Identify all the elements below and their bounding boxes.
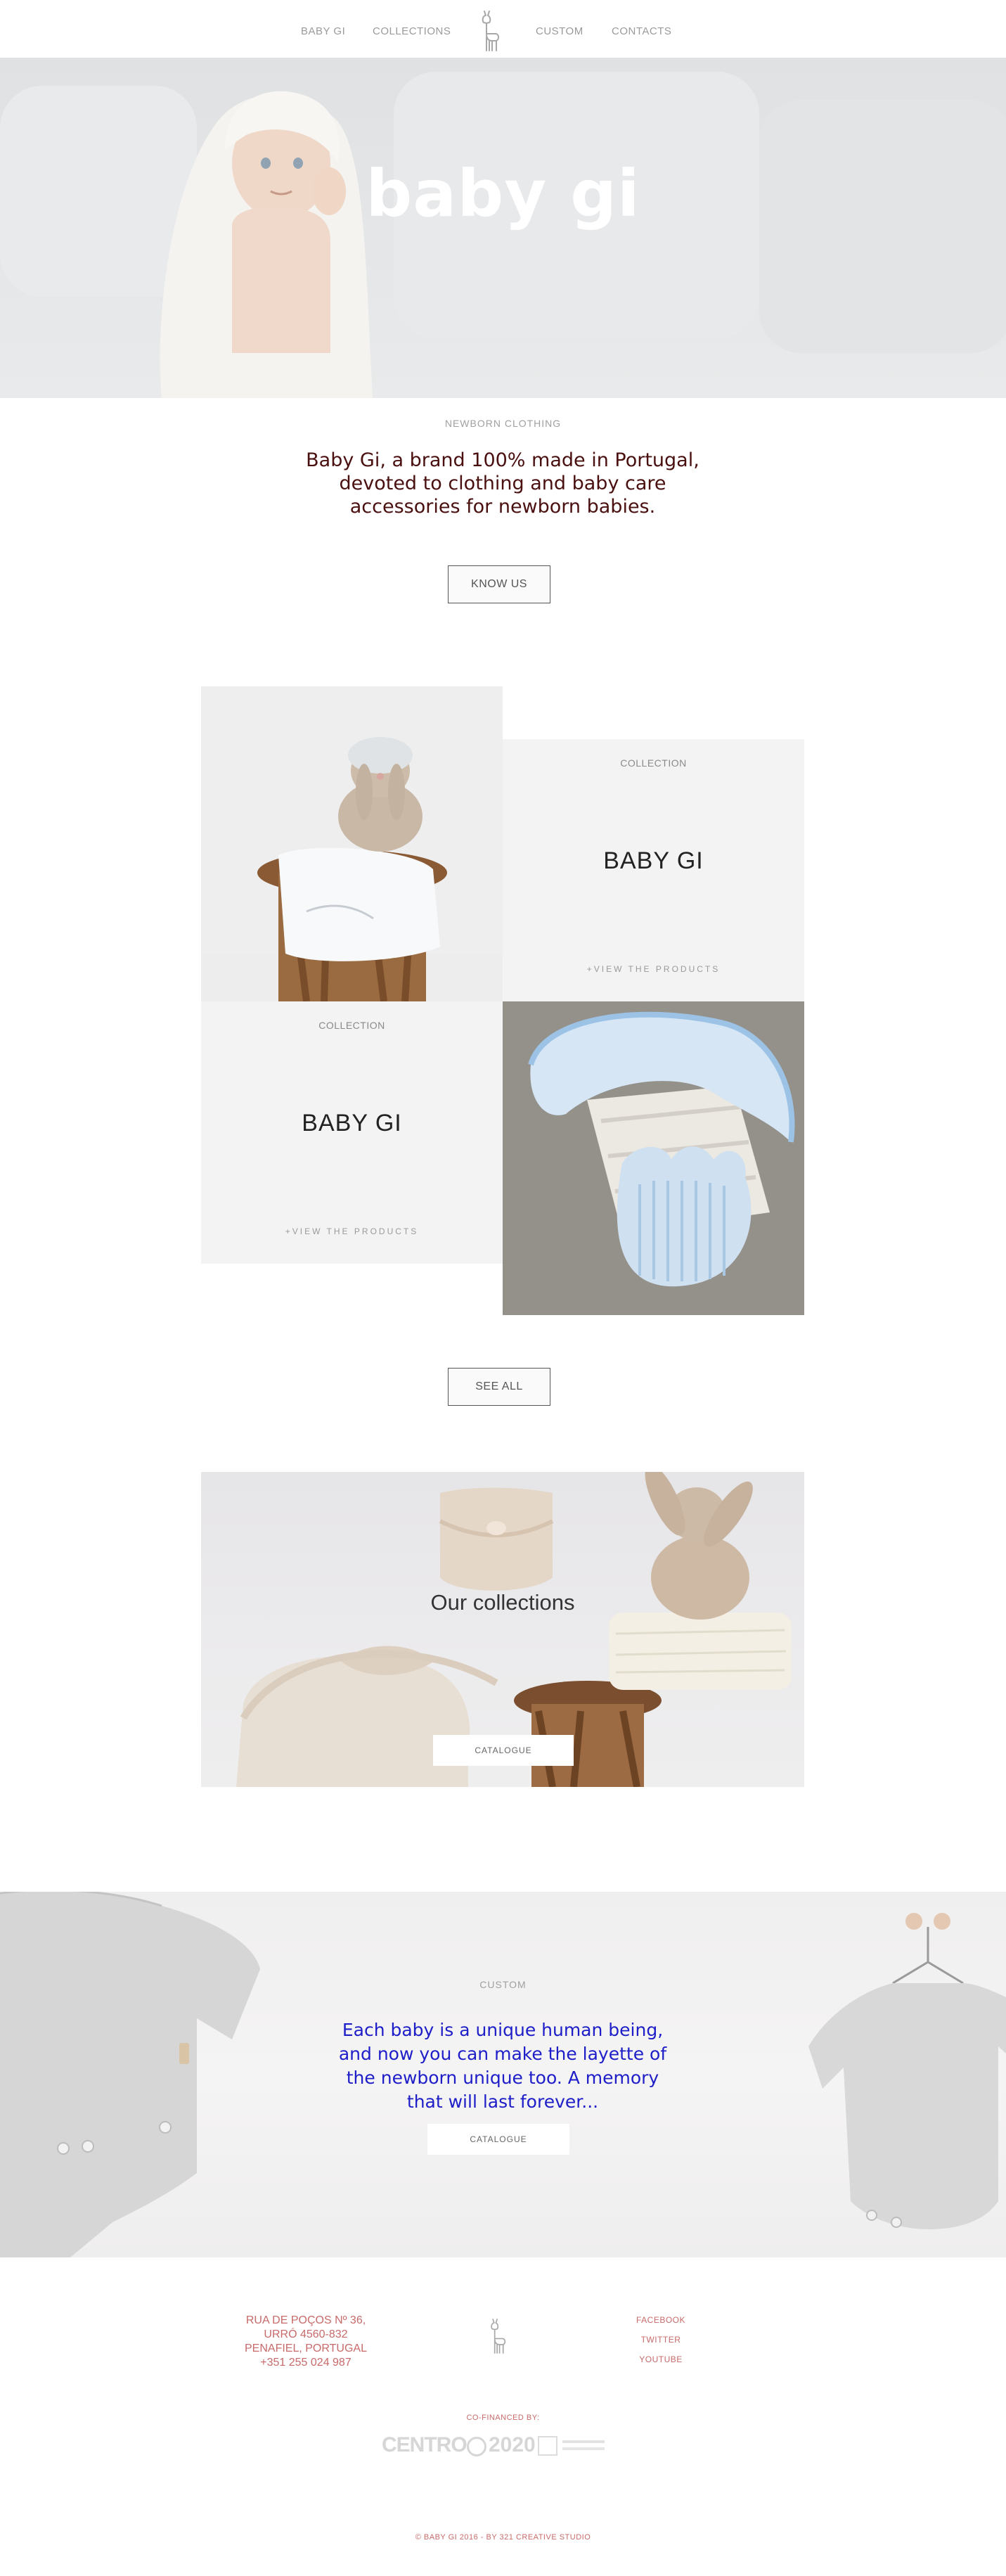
- custom-eyebrow: CUSTOM: [479, 1979, 527, 1990]
- blanket-crate-photo: [503, 1001, 804, 1315]
- address-line: RUA DE POÇOS Nº 36,: [245, 2314, 366, 2326]
- custom-text: Each baby is a unique human being, and n…: [338, 2020, 667, 2112]
- our-collections-heading: Our collections: [430, 1590, 575, 1615]
- copyright[interactable]: © BABY GI 2016 - BY 321 CREATIVE STUDIO: [0, 2533, 1006, 2542]
- youtube-link[interactable]: YOUTUBE: [619, 2354, 703, 2364]
- view-products-link[interactable]: +VIEW THE PRODUCTS: [503, 964, 804, 974]
- hero-banner: baby gi: [0, 58, 1006, 398]
- see-all-button[interactable]: SEE ALL: [448, 1368, 550, 1406]
- footer-address: RUA DE POÇOS Nº 36, URRÓ 4560-832 PENAFI…: [211, 2314, 401, 2370]
- collection-card-2[interactable]: COLLECTION BABY GI +VIEW THE PRODUCTS: [201, 1001, 503, 1264]
- catalogue-button[interactable]: CATALOGUE: [433, 1735, 574, 1766]
- sponsor-text-line: [562, 2440, 605, 2443]
- sponsor-mark-icon: [467, 2437, 486, 2456]
- hero-title: baby gi: [366, 156, 640, 231]
- intro-text: Baby Gi, a brand 100% made in Portugal, …: [306, 449, 699, 518]
- sponsor-text-line: [562, 2447, 605, 2450]
- sponsor-logo-2020: 2020: [489, 2433, 536, 2456]
- card-eyebrow: COLLECTION: [620, 757, 687, 769]
- sponsor-eu-flag-icon: [538, 2436, 557, 2456]
- our-collections-banner: Our collections CATALOGUE: [201, 1472, 804, 1787]
- llama-logo-icon: [482, 11, 499, 51]
- llama-logo-icon: [491, 2319, 506, 2354]
- nav-link-contacts[interactable]: CONTACTS: [612, 25, 671, 37]
- know-us-button[interactable]: KNOW US: [448, 565, 550, 603]
- address-phone[interactable]: +351 255 024 987: [211, 2356, 401, 2370]
- bunny-stool-photo: [201, 686, 503, 1001]
- cofinanced-label: CO-FINANCED BY:: [466, 2414, 540, 2422]
- card-title: BABY GI: [302, 1110, 402, 1136]
- collection-card-1[interactable]: COLLECTION BABY GI +VIEW THE PRODUCTS: [503, 739, 804, 1001]
- custom-section: CUSTOM Each baby is a unique human being…: [0, 1892, 1006, 2257]
- sponsor-logo-centro: CENTRO: [382, 2433, 467, 2456]
- collection-photo-blanket-crate[interactable]: [503, 1001, 804, 1315]
- twitter-link[interactable]: TWITTER: [619, 2335, 703, 2345]
- facebook-link[interactable]: FACEBOOK: [619, 2315, 703, 2325]
- collection-photo-bunny-stool[interactable]: [201, 686, 503, 1001]
- card-eyebrow: COLLECTION: [318, 1020, 385, 1031]
- custom-catalogue-button[interactable]: CATALOGUE: [427, 2124, 569, 2155]
- address-line: PENAFIEL, PORTUGAL: [245, 2343, 367, 2354]
- intro-eyebrow: NEWBORN CLOTHING: [444, 418, 562, 429]
- nav-link-custom[interactable]: CUSTOM: [536, 25, 583, 37]
- address-line: URRÓ 4560-832: [264, 2328, 348, 2340]
- home-logo-link[interactable]: [475, 8, 505, 53]
- card-title: BABY GI: [603, 847, 704, 874]
- nav-link-baby-gi[interactable]: BABY GI: [301, 25, 345, 37]
- top-nav: BABY GI COLLECTIONS CUSTOM CONTACTS: [0, 0, 1006, 58]
- view-products-link[interactable]: +VIEW THE PRODUCTS: [201, 1226, 503, 1236]
- nav-link-collections[interactable]: COLLECTIONS: [373, 25, 451, 37]
